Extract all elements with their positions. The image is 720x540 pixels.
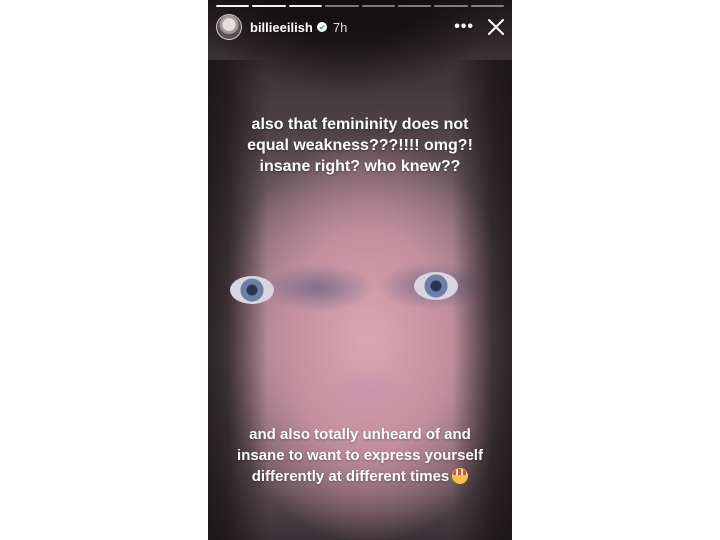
post-time: 7h xyxy=(332,19,348,35)
caption-line: also that femininity does not xyxy=(251,116,469,133)
progress-segment xyxy=(288,5,323,7)
progress-segment xyxy=(216,5,250,7)
caption-line: differently at different times xyxy=(251,468,450,485)
avatar[interactable] xyxy=(216,14,242,40)
progress-segment xyxy=(470,5,504,7)
progress-segment xyxy=(361,5,395,7)
photo-eye-left xyxy=(230,276,274,304)
caption-line-with-emoji: differently at different times xyxy=(208,466,512,487)
more-dots-icon[interactable]: ••• xyxy=(454,19,474,35)
progress-segment xyxy=(397,5,432,7)
photo-eye-right xyxy=(414,272,458,300)
caption-top: also that femininity does not equal weak… xyxy=(208,114,512,177)
caption-line: insane right? who knew?? xyxy=(259,158,461,175)
caption-line: insane to want to express yourself xyxy=(237,447,483,464)
username[interactable]: billieeilish xyxy=(250,20,313,35)
caption-line: and also totally unheard of and xyxy=(249,426,471,443)
progress-segment xyxy=(325,5,359,7)
story-header: billieeilish 7h ••• xyxy=(216,14,504,40)
caption-line: equal weakness???!!!! omg?! xyxy=(247,137,473,154)
close-icon[interactable] xyxy=(488,19,504,35)
progress-segment xyxy=(434,5,468,7)
story-viewer[interactable]: billieeilish 7h ••• also that femininity… xyxy=(208,0,512,540)
caption-bottom: and also totally unheard of and insane t… xyxy=(208,424,512,487)
exploding-head-emoji-icon xyxy=(452,468,469,484)
progress-segment xyxy=(252,5,286,7)
verified-badge-icon xyxy=(316,22,327,32)
story-progress-bar xyxy=(216,5,504,7)
